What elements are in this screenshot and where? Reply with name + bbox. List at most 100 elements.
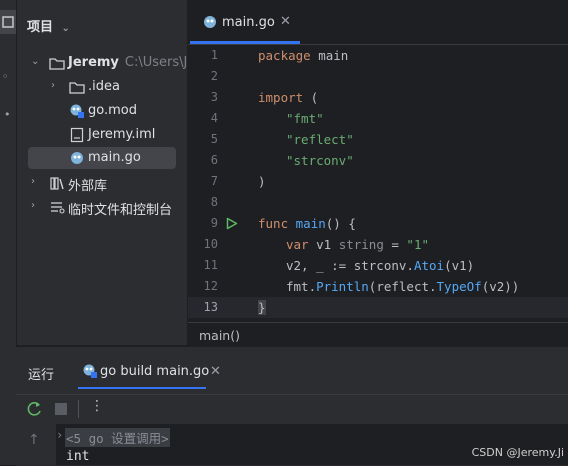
code-line: 12 fmt.Println(reflect.TypeOf(v2)) [188,276,568,297]
folder-icon [69,82,85,94]
code-line: 3 import ( [188,87,568,108]
code-line: 8 [188,192,568,213]
project-toolwindow-button[interactable] [0,10,16,34]
string-literal: "fmt" [286,111,324,126]
go-file-icon [204,16,216,28]
tree-item-iml[interactable]: Jeremy.iml [17,124,187,146]
function-name: Atoi [413,258,445,273]
tree-item-root[interactable]: ⌄ Jeremy C:\Users\Jer [17,52,187,74]
line-number: 7 [210,174,218,188]
keyword: func [258,216,289,231]
project-panel-title[interactable]: 项目 ⌄ [27,16,70,35]
code-text: fmt.Println(reflect.TypeOf(v2)) [286,279,519,294]
code-line: 5 "reflect" [188,129,568,150]
tree-item-scratches[interactable]: › 临时文件和控制台 [17,196,187,218]
close-icon[interactable]: ✕ [280,14,291,29]
package-name: fmt [286,279,309,294]
line-number: 11 [203,258,218,272]
code-token: v1 [308,237,339,252]
rerun-icon [27,402,41,416]
go-module-icon [70,104,84,118]
line-number: 13 [203,300,218,314]
more-actions-icon[interactable]: ⋮ [90,398,104,414]
chevron-right-icon[interactable]: › [31,200,35,211]
code-text: } [258,300,266,315]
line-number: 1 [210,48,218,62]
code-editor[interactable]: 1 package main 2 3 import ( 4 "fmt" 5 "r… [188,45,568,322]
code-token: . [308,279,317,294]
code-line-current: 13 } [188,297,568,318]
tree-item-main-go[interactable]: main.go [28,147,176,169]
tree-item-label: 外部库 [68,179,108,194]
tree-item-idea[interactable]: › .idea [17,76,187,98]
run-config-tab[interactable]: go build main.go ✕ [78,357,228,387]
code-token: v2, _ := [286,258,354,273]
keyword: import [258,90,304,105]
go-file-icon [71,152,83,164]
run-gutter-icon[interactable] [226,217,238,230]
chevron-right-icon[interactable]: › [56,428,63,442]
folder-icon [2,16,14,28]
string-literal: "1" [406,237,429,252]
line-number: 12 [203,279,218,293]
rerun-button[interactable] [26,400,44,418]
chevron-down-icon: ⌄ [61,23,70,34]
active-tab-indicator [190,41,300,44]
code-line: 4 "fmt" [188,108,568,129]
line-number: 3 [210,90,218,104]
breadcrumb-item[interactable]: main() [199,328,240,343]
commit-icon[interactable]: ◦ [2,70,9,83]
string-literal: "reflect" [286,132,354,147]
line-number: 2 [210,69,218,83]
line-number: 10 [203,237,218,251]
function-name: Println [316,279,369,294]
tree-item-gomod[interactable]: go.mod [17,100,187,122]
watermark: CSDN @Jeremy.Ji [471,446,564,459]
chevron-right-icon[interactable]: › [31,176,35,187]
scratches-icon [51,202,65,214]
go-build-icon [83,364,97,378]
project-panel: 项目 ⌄ ⌄ Jeremy C:\Users\Jer › .idea go.mod… [17,0,187,345]
project-title-label: 项目 [27,20,54,35]
code-token: main [310,48,349,63]
breadcrumb: main() [188,322,568,347]
tab-main-go[interactable]: main.go ✕ [190,0,300,44]
file-icon [70,127,84,143]
code-line: 10 var v1 string = "1" [188,234,568,255]
tree-item-label: main.go [88,150,141,165]
tree-item-label: .idea [88,79,120,94]
function-name: TypeOf [436,279,482,294]
chevron-right-icon[interactable]: › [51,80,55,91]
tree-root-label: Jeremy C:\Users\Jer [68,55,187,70]
code-token: (v2)) [481,279,520,294]
code-line: 11 v2, _ := strconv.Atoi(v1) [188,255,568,276]
code-token: () { [325,216,356,231]
stop-button[interactable] [55,403,67,415]
code-text: "strconv" [286,153,354,168]
line-number: 4 [210,111,218,125]
tab-label: main.go [222,15,275,30]
chevron-down-icon[interactable]: ⌄ [31,56,39,67]
code-text: func main() { [258,216,356,231]
code-token: (v1) [444,258,475,273]
tree-item-external-libs[interactable]: › 外部库 [17,172,187,194]
line-number: 9 [210,216,218,230]
root-name: Jeremy [68,55,119,70]
code-text: import ( [258,90,318,105]
line-number: 8 [210,195,218,209]
package-name: strconv [353,258,407,273]
code-text: ) [258,174,266,189]
close-icon[interactable]: ✕ [210,364,221,379]
divider [78,400,79,418]
code-line: 1 package main [188,45,568,66]
scroll-up-icon[interactable]: ↑ [28,432,40,448]
tree-item-label: go.mod [88,103,137,118]
run-panel-title: 运行 [28,368,55,383]
code-line: 6 "strconv" [188,150,568,171]
more-icon[interactable]: • [4,108,11,121]
code-text: v2, _ := strconv.Atoi(v1) [286,258,474,273]
active-run-tab-indicator [78,387,206,389]
function-name: main [295,216,326,231]
line-number: 5 [210,132,218,146]
line-number: 6 [210,153,218,167]
